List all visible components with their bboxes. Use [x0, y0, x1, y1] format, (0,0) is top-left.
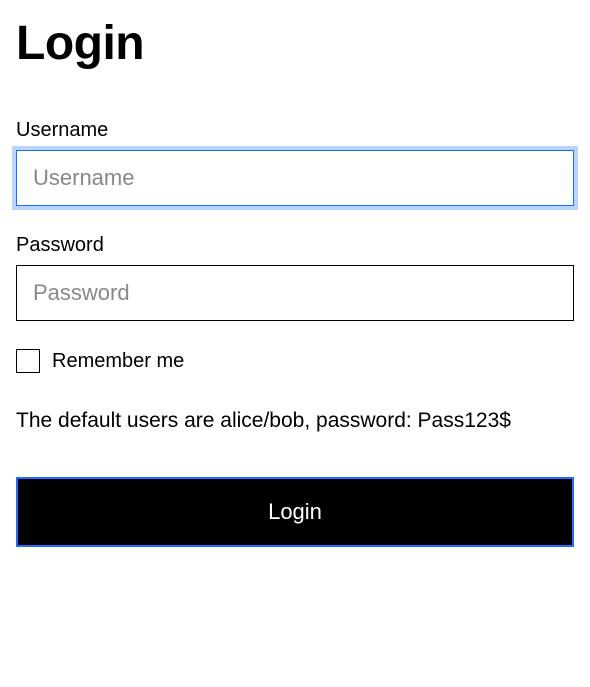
username-input[interactable]	[16, 150, 574, 206]
page-title: Login	[16, 16, 574, 71]
password-label: Password	[16, 234, 574, 257]
remember-me-label[interactable]: Remember me	[52, 350, 184, 373]
username-group: Username	[16, 119, 574, 206]
password-input[interactable]	[16, 265, 574, 321]
login-button[interactable]: Login	[16, 477, 574, 547]
remember-me-row: Remember me	[16, 349, 574, 373]
username-label: Username	[16, 119, 574, 142]
helper-text: The default users are alice/bob, passwor…	[16, 405, 574, 437]
remember-me-checkbox[interactable]	[16, 349, 40, 373]
password-group: Password	[16, 234, 574, 321]
